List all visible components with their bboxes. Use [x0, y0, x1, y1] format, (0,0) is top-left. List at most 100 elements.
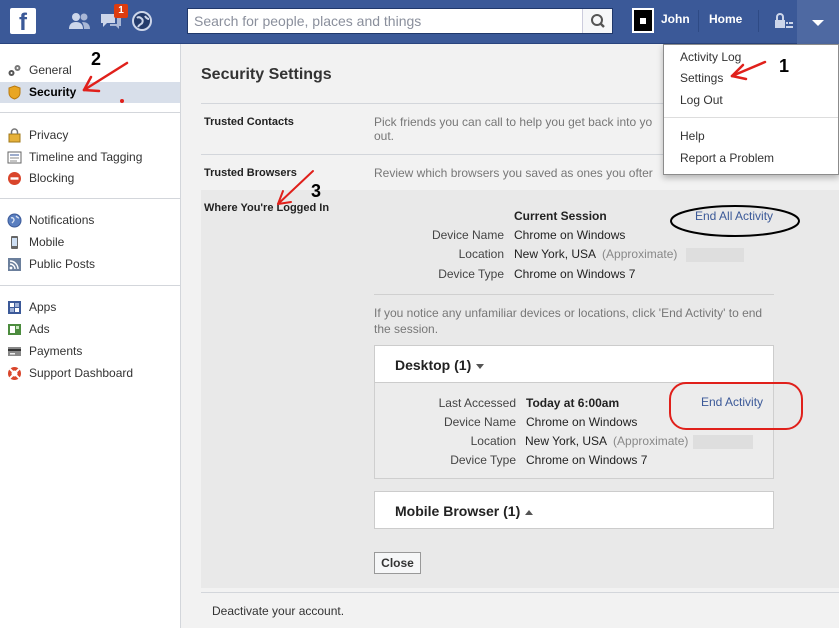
sidebar-item-apps[interactable]: Apps	[0, 297, 180, 318]
sidebar-item-label: Support Dashboard	[29, 366, 134, 380]
friend-requests-icon[interactable]	[68, 9, 92, 33]
sidebar-item-mobile[interactable]: Mobile	[0, 232, 180, 253]
logged-in-section: Where You're Logged In Current Session E…	[201, 190, 839, 588]
sidebar-item-label: Notifications	[29, 213, 95, 227]
shield-icon	[8, 85, 21, 100]
menu-item-help[interactable]: Help	[680, 129, 705, 143]
sidebar-item-payments[interactable]: Payments	[0, 341, 180, 362]
sidebar-item-privacy[interactable]: Privacy	[0, 125, 180, 146]
end-activity-link[interactable]: End Activity	[701, 395, 763, 409]
section-divider	[201, 592, 839, 593]
notifications-globe-icon[interactable]	[130, 9, 154, 33]
menu-divider	[664, 117, 838, 118]
desktop-location: New York, USA (Approximate)	[525, 434, 688, 448]
sidebar-item-ads[interactable]: Ads	[0, 319, 180, 340]
current-device-name-label: Device Name	[431, 228, 504, 242]
current-device-name: Chrome on Windows	[514, 228, 626, 242]
sidebar-item-timeline-tagging[interactable]: Timeline and Tagging	[0, 147, 180, 168]
desktop-panel-header[interactable]: Desktop (1)	[374, 345, 774, 383]
sidebar-divider	[0, 112, 180, 113]
section-divider	[374, 294, 774, 295]
sidebar-item-label: Ads	[29, 322, 50, 336]
current-device-type: Chrome on Windows 7	[514, 267, 636, 281]
desktop-location-label: Location	[470, 434, 516, 448]
sidebar-item-label: Public Posts	[29, 257, 96, 271]
lock-icon	[8, 128, 21, 143]
search-input[interactable]	[188, 9, 580, 33]
sidebar-divider	[0, 198, 180, 199]
account-menu-toggle[interactable]	[797, 0, 839, 44]
sidebar-item-public-posts[interactable]: Public Posts	[0, 254, 180, 275]
redacted-area	[693, 435, 753, 449]
step-number-1: 1	[779, 56, 790, 76]
notice-line: the session.	[374, 322, 439, 336]
menu-item-settings[interactable]: Settings	[680, 71, 723, 85]
privacy-shortcuts-icon[interactable]	[773, 12, 795, 32]
sidebar-item-blocking[interactable]: Blocking	[0, 168, 180, 189]
sidebar-item-support-dashboard[interactable]: Support Dashboard	[0, 363, 180, 384]
desktop-panel-body: Last Accessed Today at 6:00am End Activi…	[374, 383, 774, 479]
current-location-value: New York, USA	[514, 247, 597, 261]
top-bar: f 1 John Home	[0, 0, 839, 44]
search-button[interactable]	[582, 9, 612, 33]
sidebar-item-label: Blocking	[29, 171, 75, 185]
apps-icon	[8, 301, 21, 314]
sidebar-item-security[interactable]: Security	[0, 82, 180, 103]
step-number-2: 2	[91, 49, 102, 69]
desktop-panel-title: Desktop (1)	[395, 357, 485, 373]
sidebar-item-label: General	[29, 63, 72, 77]
chevron-up-icon	[525, 509, 534, 515]
sidebar-item-label: Apps	[29, 300, 57, 314]
avatar[interactable]	[632, 8, 654, 33]
ads-icon	[8, 324, 21, 335]
sidebar-item-label: Timeline and Tagging	[29, 150, 143, 164]
blocking-icon	[8, 172, 21, 185]
sidebar-item-notifications[interactable]: Notifications	[0, 210, 180, 231]
menu-item-activity-log[interactable]: Activity Log	[680, 50, 741, 64]
end-all-activity-link[interactable]: End All Activity	[695, 209, 773, 223]
trusted-browsers-label[interactable]: Trusted Browsers	[204, 167, 297, 179]
desktop-title-text: Desktop (1)	[395, 357, 472, 373]
mobile-browser-title-text: Mobile Browser (1)	[395, 503, 521, 519]
lifebuoy-icon	[8, 367, 21, 380]
last-accessed-label: Last Accessed	[438, 396, 516, 410]
mobile-browser-panel-title: Mobile Browser (1)	[395, 503, 534, 519]
gears-icon	[8, 65, 21, 76]
current-location-label: Location	[458, 247, 504, 261]
trusted-contacts-desc-line: Pick friends you can call to help you ge…	[374, 115, 653, 129]
facebook-logo[interactable]: f	[10, 8, 36, 36]
trusted-contacts-label[interactable]: Trusted Contacts	[204, 116, 294, 128]
sidebar-item-general[interactable]: General	[0, 60, 180, 81]
rss-icon	[8, 258, 21, 271]
desktop-device-name-label: Device Name	[443, 415, 516, 429]
approximate-note: (Approximate)	[613, 434, 689, 448]
globe-icon	[7, 213, 22, 228]
mobile-browser-panel-header[interactable]: Mobile Browser (1)	[374, 491, 774, 529]
nav-divider	[698, 10, 699, 32]
profile-link[interactable]: John	[661, 12, 690, 26]
search-icon	[591, 14, 605, 28]
notice-line: If you notice any unfamiliar devices or …	[374, 306, 763, 320]
trusted-browsers-description: Review which browsers you saved as ones …	[374, 166, 653, 180]
desktop-device-name: Chrome on Windows	[526, 415, 638, 429]
home-link[interactable]: Home	[709, 12, 742, 26]
chevron-down-icon	[476, 363, 485, 369]
menu-item-report-problem[interactable]: Report a Problem	[680, 151, 774, 165]
redacted-area	[686, 248, 744, 262]
menu-item-log-out[interactable]: Log Out	[680, 93, 723, 107]
close-button[interactable]: Close	[374, 552, 421, 574]
approximate-note: (Approximate)	[602, 247, 678, 261]
card-icon	[8, 347, 21, 356]
deactivate-account-link[interactable]: Deactivate your account.	[212, 604, 344, 618]
current-device-type-label: Device Type	[438, 267, 504, 281]
account-dropdown-menu: Activity Log Settings Log Out Help Repor…	[663, 44, 839, 175]
desktop-location-value: New York, USA	[525, 434, 608, 448]
step-number-3: 3	[311, 181, 322, 201]
current-location: New York, USA (Approximate)	[514, 247, 677, 261]
unfamiliar-devices-notice: If you notice any unfamiliar devices or …	[374, 305, 784, 337]
current-session-title: Current Session	[514, 209, 607, 223]
page-title: Security Settings	[201, 66, 332, 83]
sidebar-item-label: Privacy	[29, 128, 69, 142]
trusted-contacts-description: Pick friends you can call to help you ge…	[374, 115, 674, 143]
trusted-contacts-desc-line: out.	[374, 129, 395, 143]
